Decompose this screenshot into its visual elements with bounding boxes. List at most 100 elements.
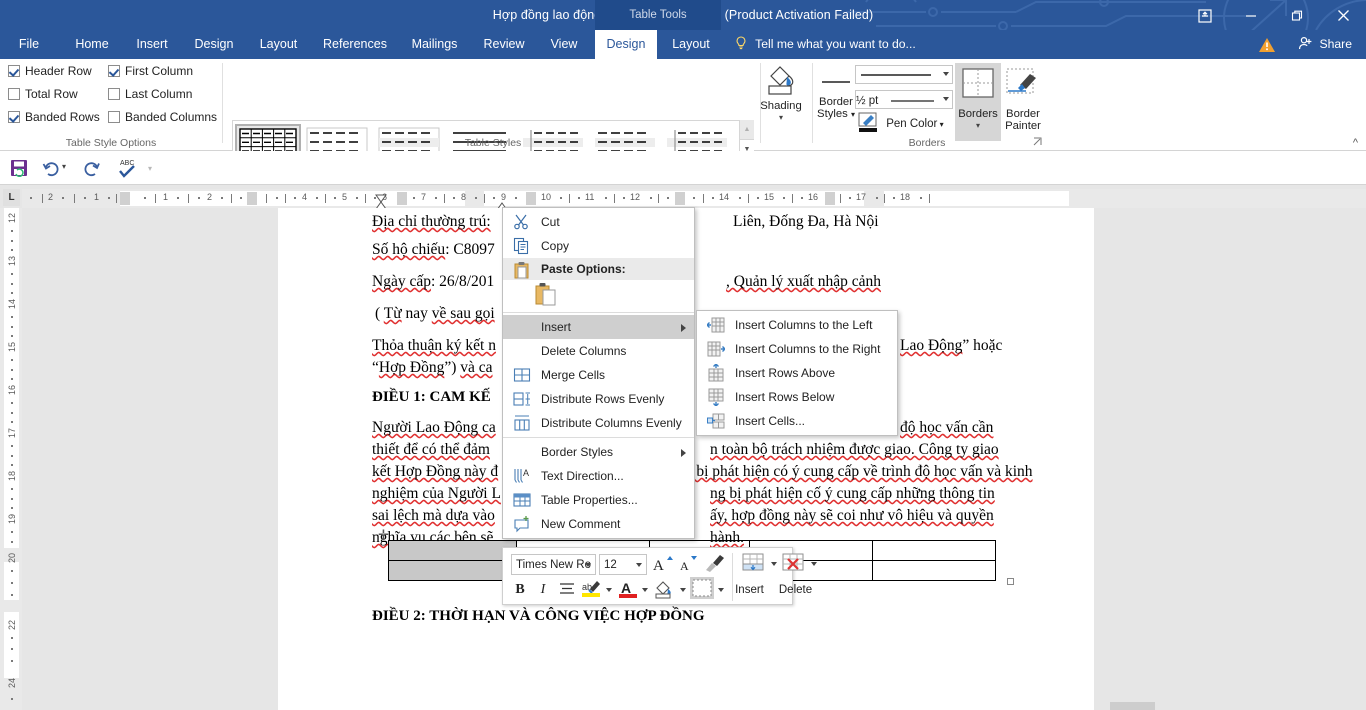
insert-submenu[interactable]: Insert Columns to the Left Insert Column…: [696, 310, 898, 436]
submenu-item-insert-rows-below[interactable]: Insert Rows Below: [697, 385, 897, 409]
restore-icon[interactable]: [1274, 0, 1320, 30]
tab-file[interactable]: File: [12, 30, 46, 59]
shading-mini-button[interactable]: [653, 579, 677, 602]
tab-home[interactable]: Home: [62, 30, 122, 59]
delete-label[interactable]: Delete: [773, 584, 818, 596]
horizontal-scrollbar[interactable]: [1110, 702, 1155, 710]
total-row-checkbox[interactable]: [8, 88, 20, 100]
borders-mini-button[interactable]: [690, 577, 714, 599]
tab-mailings[interactable]: Mailings: [403, 30, 466, 59]
first-column-checkbox[interactable]: [108, 65, 120, 77]
tab-table-design[interactable]: Design: [595, 30, 657, 59]
banded-rows-checkbox[interactable]: [8, 111, 20, 123]
line-weight-picker[interactable]: ½ pt: [855, 90, 953, 109]
pen-color-button[interactable]: Pen Color ▾: [858, 112, 944, 136]
font-name-dropdown-arrow-icon[interactable]: [585, 563, 591, 567]
delete-table-button[interactable]: [779, 552, 809, 577]
customize-qat-icon[interactable]: ▾: [148, 164, 152, 173]
shrink-font-button[interactable]: A: [677, 554, 699, 577]
menu-item-distribute-rows[interactable]: Distribute Rows Evenly: [503, 387, 694, 411]
menu-item-delete-columns[interactable]: Delete Columns: [503, 339, 694, 363]
tell-me-box[interactable]: Tell me what you want to do...: [735, 30, 916, 59]
line-weight-dropdown-arrow-icon[interactable]: [943, 97, 949, 101]
borders-dropdown-arrow-icon[interactable]: ▾: [955, 120, 1001, 132]
warning-triangle-icon[interactable]: [1258, 37, 1276, 58]
table-cell[interactable]: [388, 560, 517, 581]
menu-item-merge-cells[interactable]: Merge Cells: [503, 363, 694, 387]
menu-item-insert[interactable]: Insert: [503, 315, 694, 339]
tab-table-layout[interactable]: Layout: [661, 30, 721, 59]
menu-item-cut[interactable]: Cut: [503, 210, 694, 234]
grow-font-button[interactable]: A: [651, 554, 673, 577]
shading-button[interactable]: Shading ▾: [753, 63, 809, 124]
insert-table-button[interactable]: [739, 552, 769, 577]
tab-review[interactable]: Review: [475, 30, 533, 59]
keep-source-formatting-icon[interactable]: [535, 282, 557, 309]
table-cell[interactable]: [388, 540, 517, 561]
text-highlight-button[interactable]: ab: [581, 579, 603, 602]
checkbox-banded-columns[interactable]: Banded Columns: [108, 110, 217, 124]
tab-references[interactable]: References: [315, 30, 395, 59]
tab-layout[interactable]: Layout: [250, 30, 307, 59]
tab-selector-button[interactable]: L: [3, 189, 20, 206]
context-menu[interactable]: Cut Copy Paste Options: Insert Delete Co…: [502, 207, 695, 539]
submenu-item-insert-columns-right[interactable]: Insert Columns to the Right: [697, 337, 897, 361]
checkbox-total-row[interactable]: Total Row: [8, 87, 78, 101]
checkbox-last-column[interactable]: Last Column: [108, 87, 192, 101]
spelling-check-icon[interactable]: ABC: [116, 157, 138, 184]
undo-dropdown-arrow-icon[interactable]: ▾: [62, 162, 66, 171]
banded-columns-checkbox[interactable]: [108, 111, 120, 123]
bold-button[interactable]: B: [511, 580, 529, 600]
insert-label[interactable]: Insert: [727, 584, 772, 596]
delete-dropdown-arrow-icon[interactable]: [811, 562, 817, 566]
horizontal-ruler[interactable]: 2 1 1 2 4 5 6 7 8 9 10 11 12 14 15 16 17…: [22, 189, 1366, 217]
collapse-ribbon-icon[interactable]: ^: [1353, 137, 1358, 149]
header-row-checkbox[interactable]: [8, 65, 20, 77]
checkbox-header-row[interactable]: Header Row: [8, 64, 92, 78]
menu-item-copy[interactable]: Copy: [503, 234, 694, 258]
checkbox-banded-rows[interactable]: Banded Rows: [8, 110, 100, 124]
table-cell[interactable]: [872, 540, 996, 561]
submenu-item-insert-cells[interactable]: Insert Cells...: [697, 409, 897, 433]
menu-item-text-direction[interactable]: A Text Direction...: [503, 464, 694, 488]
format-painter-button[interactable]: [703, 554, 725, 577]
font-color-dropdown-arrow-icon[interactable]: [642, 588, 648, 592]
tab-insert[interactable]: Insert: [128, 30, 176, 59]
align-button[interactable]: [557, 581, 577, 600]
menu-item-table-properties[interactable]: Table Properties...: [503, 488, 694, 512]
checkbox-first-column[interactable]: First Column: [108, 64, 193, 78]
border-painter-button[interactable]: Border Painter: [1001, 63, 1045, 132]
mini-formatting-toolbar[interactable]: Times New Ro 12 A A B I ab A Insert Dele…: [502, 547, 817, 605]
font-color-button[interactable]: A: [617, 579, 639, 602]
borders-dropdown-arrow-icon-mini[interactable]: [718, 588, 724, 592]
dialog-box-launcher-icon[interactable]: [1033, 137, 1043, 149]
tab-view[interactable]: View: [543, 30, 585, 59]
minimize-icon[interactable]: [1228, 0, 1274, 30]
font-size-box[interactable]: 12: [599, 554, 647, 575]
borders-button[interactable]: Borders ▾: [955, 63, 1001, 141]
insert-dropdown-arrow-icon[interactable]: [771, 562, 777, 566]
undo-icon[interactable]: [42, 159, 60, 182]
menu-item-border-styles[interactable]: Border Styles: [503, 440, 694, 464]
font-size-dropdown-arrow-icon[interactable]: [636, 563, 642, 567]
last-column-checkbox[interactable]: [108, 88, 120, 100]
redo-icon[interactable]: [83, 159, 101, 182]
share-button[interactable]: Share: [1294, 34, 1358, 55]
submenu-item-insert-rows-above[interactable]: Insert Rows Above: [697, 361, 897, 385]
save-icon[interactable]: [10, 159, 28, 182]
line-style-picker[interactable]: [855, 65, 953, 84]
shading-dropdown-arrow-icon[interactable]: ▾: [753, 112, 809, 124]
paste-options-gallery[interactable]: [503, 280, 694, 310]
border-styles-button[interactable]: Border Styles ▾: [815, 63, 857, 121]
ribbon-display-options-icon[interactable]: [1182, 0, 1228, 30]
highlight-dropdown-arrow-icon[interactable]: [606, 588, 612, 592]
line-style-dropdown-arrow-icon[interactable]: [943, 72, 949, 76]
tab-design[interactable]: Design: [186, 30, 242, 59]
table-resize-handle-icon[interactable]: [1007, 578, 1014, 585]
font-name-box[interactable]: Times New Ro: [511, 554, 596, 575]
menu-item-distribute-columns[interactable]: Distribute Columns Evenly: [503, 411, 694, 435]
table-cell[interactable]: [872, 560, 996, 581]
close-icon[interactable]: [1320, 0, 1366, 30]
italic-button[interactable]: I: [534, 580, 552, 600]
vertical-ruler[interactable]: 12 13 14 15 16 17 18 19 20 22 24: [0, 208, 22, 710]
